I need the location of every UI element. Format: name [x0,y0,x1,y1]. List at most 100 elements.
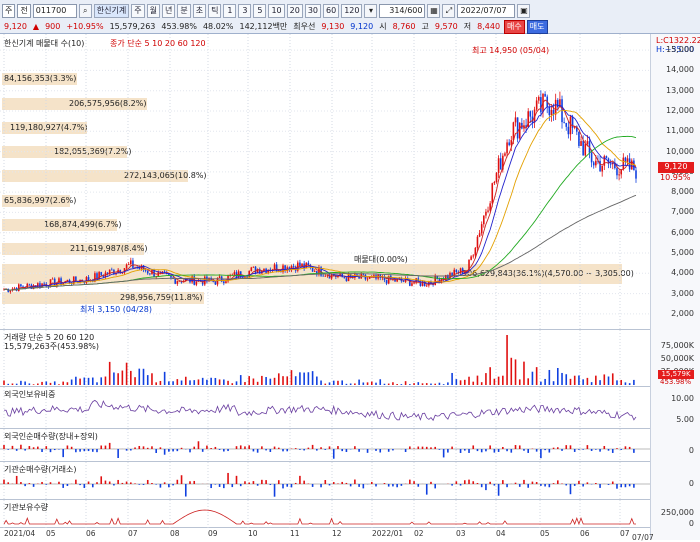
net-bar [337,483,339,484]
net-bar [62,449,64,457]
net-bar [155,484,157,485]
volume-bar [510,358,512,385]
volume-bar [603,374,605,385]
volume-bar [612,373,614,385]
volume-bar [544,379,546,385]
period-year-button[interactable]: 년 [162,4,175,18]
min-price-label: 최저 3,150 (04/28) [80,304,152,315]
period-day-button[interactable]: 주 [131,4,144,18]
net-bar [570,484,572,494]
volume-bar [485,373,487,385]
net-bar [303,449,305,450]
volume-bar [33,384,35,385]
period-minute-button[interactable]: 분 [177,4,190,18]
candle-body [132,260,134,267]
net-bar [553,448,555,449]
candle-body [603,156,605,166]
volume-bar [333,381,335,385]
volume-bar [354,383,356,385]
volume-pct-text: 453.98% [159,20,199,34]
net-bar [109,443,111,449]
net-bar [633,484,635,488]
range-input[interactable]: 314/600 [379,4,425,18]
volume-bar [24,382,26,385]
net-bar [506,484,508,487]
ticker-type-select[interactable]: 전 [17,4,30,18]
volume-chart[interactable] [0,330,650,387]
net-bar [388,484,390,487]
fit-icon[interactable]: ⤢ [442,4,455,18]
candle-body [299,263,301,266]
tick-10-button[interactable]: 10 [268,4,284,18]
candle-body [196,282,198,285]
inst-hold-tick: 250,000 [661,508,694,517]
net-bar [494,484,496,486]
toolbar-row-2: 9,120 ▲ 900 +10.95% 15,579,263 453.98% 4… [2,19,548,34]
net-bar [498,449,500,452]
calendar-icon[interactable]: ▣ [517,4,530,18]
volume-bar [570,379,572,385]
net-bar [557,480,559,484]
tick-20-button[interactable]: 20 [287,4,303,18]
candle-body [470,256,472,259]
volume-bar [67,382,69,385]
net-bar [219,484,221,487]
period-month-button[interactable]: 월 [147,4,160,18]
tick-1-button[interactable]: 1 [223,4,236,18]
toolbar-row-1: 주 전 011700 ⌕ 한신기계 주 월 년 분 초 틱 1 3 5 10 2… [2,3,530,18]
net-bar [96,449,98,452]
candle-body [437,276,439,279]
net-bar [396,484,398,487]
market-select[interactable]: 주 [2,4,15,18]
volume-bar [341,380,343,385]
period-second-button[interactable]: 초 [193,4,206,18]
net-bar [33,447,35,449]
grid-icon[interactable]: ▦ [427,4,440,18]
net-bar [270,449,272,452]
candle-body [565,123,567,127]
stock-code-input[interactable]: 011700 [33,4,77,18]
volume-bar [363,382,365,385]
volume-bar [227,381,229,385]
foreign-hold-chart[interactable] [0,387,650,429]
candle-body [147,271,149,273]
tick-3-button[interactable]: 3 [238,4,251,18]
date-input[interactable]: 2022/07/07 [457,4,515,18]
candle-body [293,266,295,267]
volume-bar [324,384,326,385]
candle-body [54,279,56,286]
tick-30-button[interactable]: 30 [305,4,321,18]
net-bar [498,484,500,496]
range-high-label: L:C1322.22 [656,36,700,45]
net-bar [464,480,466,484]
volume-bar [320,381,322,385]
net-bar [574,449,576,452]
net-bar [333,449,335,459]
tick-60-button[interactable]: 60 [323,4,339,18]
inst-net-chart[interactable] [0,462,650,500]
stock-name-label[interactable]: 한신기계 [94,4,129,18]
buy-button[interactable]: 매수 [504,20,525,34]
net-bar [346,483,348,484]
net-bar [595,449,597,450]
price-legend: 한신기계 매물대 수(10) [4,38,84,49]
sell-button[interactable]: 매도 [527,20,548,34]
tick-120-button[interactable]: 120 [341,4,362,18]
volume-bar [168,381,170,385]
settings-icon[interactable]: ▾ [364,4,377,18]
price-chart[interactable] [0,34,650,330]
search-icon[interactable]: ⌕ [79,4,92,18]
net-bar [265,449,267,450]
net-bar [130,482,132,484]
net-bar [130,449,132,450]
volume-bar [434,384,436,385]
candle-body [606,156,608,158]
net-bar [50,482,52,484]
net-bar [582,449,584,450]
tick-5-button[interactable]: 5 [253,4,266,18]
period-tick-button[interactable]: 틱 [208,4,221,18]
candle-body [515,117,517,122]
volume-bar [337,381,339,385]
inst-hold-chart[interactable] [0,500,650,528]
net-bar [599,449,601,452]
